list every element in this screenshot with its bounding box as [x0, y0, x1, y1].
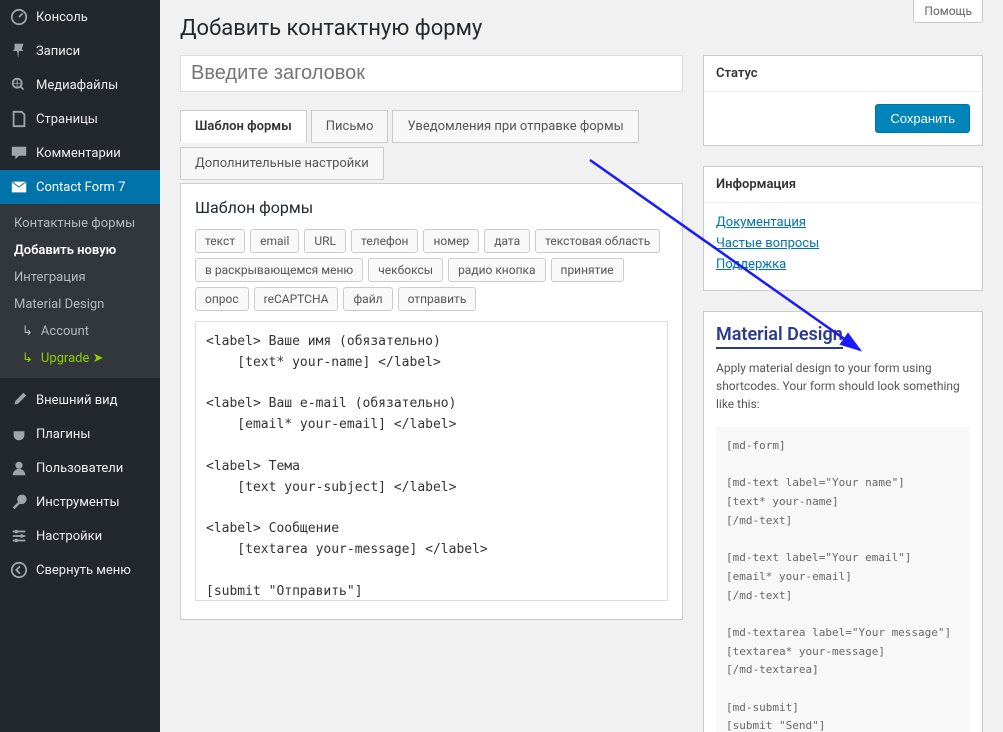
brush-icon	[10, 391, 28, 409]
tag-button[interactable]: радио кнопка	[448, 258, 545, 282]
sidebar-item[interactable]: Настройки	[0, 519, 160, 553]
sidebar-item[interactable]: Contact Form 7	[0, 170, 160, 204]
sidebar-item-label: Медиафайлы	[36, 78, 118, 93]
sidebar-item[interactable]: Записи	[0, 34, 160, 68]
mail-icon	[10, 178, 28, 196]
page-title: Добавить контактную форму	[180, 16, 983, 41]
sidebar-item-label: Инструменты	[36, 495, 120, 510]
form-template-panel: Шаблон формы текстemailURLтелефонномерда…	[180, 183, 683, 620]
tag-button[interactable]: текстовая область	[535, 229, 660, 253]
admin-sidebar: Консоль Записи Медиафайлы Страницы Комментар…	[0, 0, 160, 732]
comment-icon	[10, 144, 28, 162]
sidebar-item-label: Комментарии	[36, 146, 121, 161]
indent-icon: ↳	[22, 351, 33, 366]
tag-button[interactable]: принятие	[551, 258, 624, 282]
sidebar-subitem[interactable]: Интеграция	[0, 264, 160, 291]
tag-button[interactable]: дата	[484, 229, 530, 253]
sidebar-subitem-label: Material Design	[14, 297, 104, 312]
info-link[interactable]: Поддержка	[716, 257, 970, 272]
tag-button[interactable]: URL	[304, 229, 346, 253]
tab[interactable]: Письмо	[311, 110, 389, 143]
tag-button[interactable]: чекбоксы	[368, 258, 443, 282]
sidebar-subitem-label: Интеграция	[14, 270, 86, 285]
sidebar-item[interactable]: Пользователи	[0, 451, 160, 485]
sidebar-item[interactable]: Плагины	[0, 417, 160, 451]
collapse-icon	[10, 561, 28, 579]
status-box: Статус Сохранить	[703, 55, 983, 146]
info-link[interactable]: Частые вопросы	[716, 236, 970, 251]
indent-icon: ↳	[22, 324, 33, 339]
media-icon	[10, 76, 28, 94]
sidebar-item[interactable]: Комментарии	[0, 136, 160, 170]
tag-button[interactable]: файл	[343, 287, 392, 311]
sidebar-item-label: Внешний вид	[36, 393, 118, 408]
sidebar-subitem[interactable]: Контактные формы	[0, 210, 160, 237]
tag-button[interactable]: в раскрывающемся меню	[195, 258, 363, 282]
sidebar-item[interactable]: Инструменты	[0, 485, 160, 519]
tab[interactable]: Уведомления при отправке формы	[392, 110, 638, 143]
info-link[interactable]: Документация	[716, 215, 970, 230]
tag-button[interactable]: телефон	[351, 229, 418, 253]
sidebar-item-label: Contact Form 7	[36, 180, 125, 195]
save-button[interactable]: Сохранить	[875, 104, 970, 133]
main-content: Помощь Добавить контактную форму Шаблон …	[160, 0, 1003, 732]
help-button[interactable]: Помощь	[913, 0, 983, 23]
sidebar-subitem[interactable]: ↳ Account	[0, 318, 160, 345]
users-icon	[10, 459, 28, 477]
sidebar-item-label: Консоль	[36, 10, 88, 25]
sidebar-item[interactable]: Свернуть меню	[0, 553, 160, 587]
sidebar-subitem-label: Upgrade ➤	[41, 351, 104, 366]
tag-generator-row: текстemailURLтелефонномердататекстовая о…	[195, 229, 668, 311]
sidebar-subitem-label: Контактные формы	[14, 216, 135, 231]
sidebar-subitem[interactable]: ↳ Upgrade ➤	[0, 345, 160, 372]
sidebar-item[interactable]: Внешний вид	[0, 383, 160, 417]
sidebar-item-label: Пользователи	[36, 461, 123, 476]
tools-icon	[10, 493, 28, 511]
tab[interactable]: Шаблон формы	[180, 110, 307, 143]
material-design-box: Material Design Apply material design to…	[703, 311, 983, 732]
sidebar-subitem-label: Добавить новую	[14, 243, 116, 258]
tab[interactable]: Дополнительные настройки	[180, 147, 384, 180]
settings-icon	[10, 527, 28, 545]
sidebar-item-label: Свернуть меню	[36, 563, 131, 578]
sidebar-subitem-label: Account	[41, 324, 89, 339]
tag-button[interactable]: текст	[195, 229, 245, 253]
status-box-title: Статус	[704, 56, 982, 92]
tag-button[interactable]: reCAPTCHA	[254, 287, 339, 311]
material-design-code: [md-form] [md-text label="Your name"] [t…	[716, 427, 970, 732]
pin-icon	[10, 42, 28, 60]
tag-button[interactable]: опрос	[195, 287, 249, 311]
material-design-title: Material Design	[716, 324, 843, 349]
sidebar-item-label: Страницы	[36, 112, 98, 127]
plugin-icon	[10, 425, 28, 443]
form-template-textarea[interactable]	[195, 321, 668, 601]
sidebar-item[interactable]: Медиафайлы	[0, 68, 160, 102]
sidebar-subitem[interactable]: Добавить новую	[0, 237, 160, 264]
info-box: Информация Документация Частые вопросы Под…	[703, 166, 983, 291]
tag-button[interactable]: номер	[423, 229, 479, 253]
sidebar-subitem[interactable]: Material Design	[0, 291, 160, 318]
dashboard-icon	[10, 8, 28, 26]
tag-button[interactable]: email	[250, 229, 299, 253]
sidebar-item-label: Записи	[36, 44, 80, 59]
tag-button[interactable]: отправить	[398, 287, 477, 311]
sidebar-item-label: Настройки	[36, 529, 102, 544]
material-design-description: Apply material design to your form using…	[716, 359, 970, 413]
sidebar-item[interactable]: Консоль	[0, 0, 160, 34]
form-title-input[interactable]	[180, 55, 683, 92]
sidebar-item-label: Плагины	[36, 427, 90, 442]
sidebar-item[interactable]: Страницы	[0, 102, 160, 136]
tab-bar: Шаблон формыПисьмоУведомления при отправ…	[180, 110, 683, 184]
info-box-title: Информация	[704, 167, 982, 203]
panel-heading: Шаблон формы	[195, 198, 668, 217]
page-icon	[10, 110, 28, 128]
